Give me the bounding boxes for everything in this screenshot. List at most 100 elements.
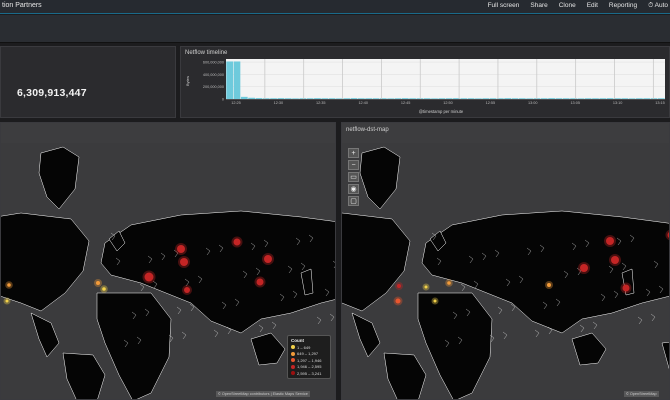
data-point [184, 287, 190, 293]
timeline-bar [504, 98, 512, 99]
timeline-bar [284, 98, 292, 99]
metric-panel: 6,309,913,447 [0, 46, 176, 118]
timeline-bar [226, 61, 234, 99]
destination-map-panel: netflow-dst-map + − ▭ ◉ ▢ © OpenStreetMa… [341, 122, 670, 400]
timeline-bar [248, 97, 255, 99]
data-point [433, 299, 437, 303]
data-point [102, 287, 106, 291]
timeline-bar [475, 98, 482, 99]
world-map [1, 146, 335, 399]
timeline-bar [255, 98, 263, 99]
country-border [502, 331, 508, 340]
timeline-bar [592, 98, 599, 99]
land-shape [383, 352, 427, 399]
timeline-bar [643, 98, 651, 99]
data-point [256, 278, 264, 286]
timeline-bar [540, 98, 548, 99]
share-button[interactable]: Share [530, 2, 547, 10]
data-point [395, 298, 401, 304]
reporting-button[interactable]: Reporting [609, 2, 637, 10]
full-screen-button[interactable]: Full screen [488, 2, 520, 10]
zoom-in-button[interactable]: + [348, 148, 359, 158]
legend-title: Count [291, 338, 304, 343]
y-tick-label: 400,000,000 [203, 73, 224, 77]
top-menu: Full screen Share Clone Edit Reporting ⏱… [488, 2, 668, 10]
land-shape [351, 312, 381, 358]
timeline-bar [599, 98, 607, 99]
legend-label: 1 – 649 [297, 344, 311, 350]
zoom-out-button[interactable]: − [348, 160, 359, 170]
timeline-bar [233, 61, 241, 99]
country-border [460, 283, 466, 292]
data-point [447, 281, 451, 285]
top-nav-bar: tion Partners Full screen Share Clone Ed… [0, 0, 670, 14]
data-point [611, 256, 619, 264]
timeline-bar [606, 98, 614, 99]
timeline-bar [518, 98, 526, 99]
timeline-bar [562, 98, 570, 99]
plot-area [226, 59, 665, 99]
x-tick-label: 12:50 [443, 101, 453, 105]
country-border [579, 324, 585, 333]
x-tick-label: 12:45 [401, 101, 411, 105]
timeline-bar [379, 98, 387, 99]
edit-button[interactable]: Edit [587, 2, 598, 10]
auto-refresh-button[interactable]: ⏱ Auto [648, 2, 668, 10]
data-point [264, 255, 272, 263]
timeline-bar [636, 98, 643, 99]
land-shape [1, 212, 90, 312]
data-point [606, 237, 614, 245]
y-tick-label: 0 [222, 98, 224, 102]
timeline-bar [423, 98, 431, 99]
data-point [144, 272, 154, 282]
map-area[interactable] [342, 143, 669, 399]
timeline-bar [445, 98, 453, 99]
land-shape [359, 146, 401, 210]
country-border [497, 306, 503, 315]
x-tick-label: 12:30 [274, 101, 284, 105]
legend-swatch [291, 351, 295, 356]
y-tick-label: 200,000,000 [203, 85, 224, 89]
timeline-bar [240, 96, 248, 99]
x-tick-label: 13:00 [528, 101, 538, 105]
data-point [580, 264, 588, 272]
map-attribution[interactable]: © OpenStreetMap [624, 391, 659, 397]
x-tick-label: 13:15 [655, 101, 665, 105]
legend-label: 649 – 1,297 [297, 351, 319, 357]
clone-button[interactable]: Clone [559, 2, 576, 10]
map-area[interactable] [1, 143, 335, 399]
fit-bounds-button[interactable]: ◉ [348, 184, 359, 194]
legend-swatch [291, 371, 295, 376]
timeline-bar [314, 98, 321, 99]
timeline-bar [387, 98, 394, 99]
dst-map-title: netflow-dst-map [346, 127, 389, 133]
land-shape [30, 312, 60, 358]
timeline-bar [262, 98, 270, 99]
timeline-bar [431, 98, 438, 99]
timeline-bar [489, 98, 497, 99]
data-point [424, 285, 428, 289]
land-shape [250, 332, 286, 366]
land-shape [38, 146, 80, 210]
draw-rectangle-button[interactable]: ▭ [348, 172, 359, 182]
timeline-panel: Netflow timeline 600,000,000 400,000,000 2… [180, 46, 670, 118]
timeline-bar [336, 98, 343, 99]
country-border [139, 283, 145, 292]
legend-label: 1,297 – 1,946 [297, 357, 322, 363]
map-attribution[interactable]: © OpenStreetMap contributors | Elastic M… [216, 391, 310, 397]
legend-swatch [291, 345, 295, 350]
timeline-bar [614, 98, 621, 99]
country-border [592, 321, 598, 330]
country-border [258, 324, 264, 333]
world-map [342, 146, 669, 399]
timeline-bar [365, 98, 373, 99]
country-border [316, 316, 322, 325]
timeline-bar [460, 98, 468, 99]
timeline-bar [343, 98, 351, 99]
country-border [176, 306, 182, 315]
timeline-bar [358, 98, 365, 99]
layer-toggle-button[interactable]: ▢ [348, 196, 359, 206]
x-axis-label: @timestamp per minute [419, 109, 464, 114]
land-shape [96, 292, 172, 399]
country-border [271, 321, 277, 330]
